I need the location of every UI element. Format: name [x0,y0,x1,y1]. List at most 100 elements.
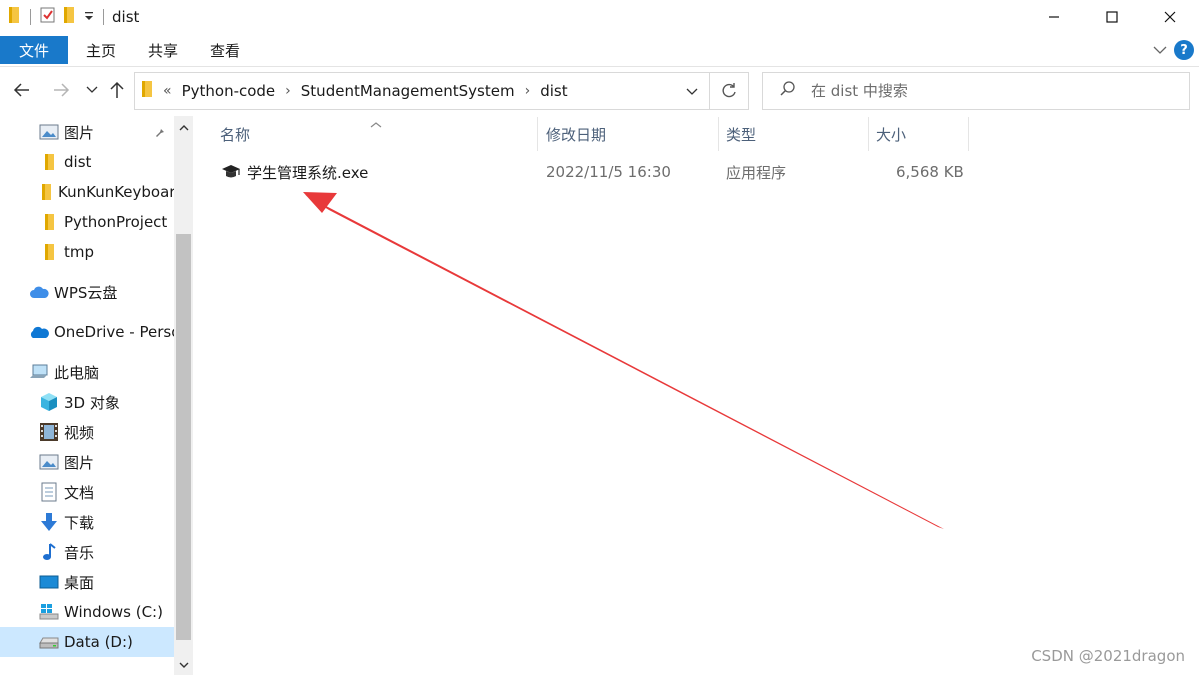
breadcrumb-student-management-system[interactable]: StudentManagementSystem [301,82,515,100]
sidebar-item-pictures[interactable]: 图片 [0,447,175,477]
sidebar-item-onedrive[interactable]: OneDrive - Personal [0,317,175,347]
minimize-button[interactable] [1025,0,1083,34]
sidebar-item-data-d[interactable]: Data (D:) [0,627,175,657]
close-button[interactable] [1141,0,1199,34]
chevron-right-icon[interactable]: › [285,83,291,99]
sidebar-item-3d-objects[interactable]: 3D 对象 [0,387,175,417]
pictures-icon [39,122,59,142]
sidebar-item-label: 音乐 [64,543,95,562]
column-divider[interactable] [868,117,869,151]
scrollbar-thumb[interactable] [176,234,191,640]
folder-icon[interactable] [8,6,22,28]
folder-icon [39,152,59,172]
file-explorer-window: dist 文件 主页 共享 查看 ? « Python-code › Stude… [0,0,1199,675]
sidebar-item-videos[interactable]: 视频 [0,417,175,447]
search-input[interactable] [811,82,1171,100]
address-history-icon[interactable] [685,83,699,101]
sidebar-item-label: 下载 [64,513,95,532]
scroll-down-icon[interactable] [176,656,191,674]
navigation-bar: « Python-code › StudentManagementSystem … [0,70,1199,112]
tab-share[interactable]: 共享 [132,36,194,64]
sidebar-item-label: Data (D:) [64,633,133,651]
sort-ascending-icon [370,115,382,133]
column-header-size[interactable]: 大小 [876,117,906,151]
column-header-modified[interactable]: 修改日期 [546,117,606,151]
breadcrumb-dist[interactable]: dist [540,82,567,100]
sidebar-item-pythonproject[interactable]: PythonProject [0,207,175,237]
sidebar-item-label: dist [64,153,92,171]
search-box[interactable] [762,72,1190,110]
sidebar-item-desktop[interactable]: 桌面 [0,567,175,597]
column-divider[interactable] [968,117,969,151]
up-button[interactable] [106,79,128,101]
file-row[interactable]: 学生管理系统.exe 2022/11/5 16:30 应用程序 6,568 KB [211,157,971,187]
ribbon-right-controls: ? [1152,35,1199,65]
sidebar-item-label: KunKunKeyboard [58,183,175,201]
windows-drive-icon [39,602,59,622]
sidebar-item-label: OneDrive - Personal [54,323,175,341]
sidebar-item-quick-pictures[interactable]: 图片 [0,117,175,147]
refresh-button[interactable] [710,72,749,110]
videos-icon [39,422,59,442]
help-icon[interactable]: ? [1174,40,1194,60]
customize-toolbar-icon[interactable] [83,8,95,26]
window-title: dist [112,8,140,26]
column-divider[interactable] [537,117,538,151]
onedrive-icon [29,322,49,342]
breadcrumb-python-code[interactable]: Python-code [182,82,276,100]
search-icon [779,80,797,102]
new-folder-icon[interactable] [63,6,77,28]
sidebar-item-documents[interactable]: 文档 [0,477,175,507]
expand-ribbon-icon[interactable] [1152,41,1168,59]
toolbar-divider [30,9,31,25]
recent-locations-button[interactable] [81,79,103,101]
quick-access-toolbar [0,0,106,34]
sidebar-item-wps-cloud[interactable]: WPS云盘 [0,277,175,307]
pictures-icon [39,452,59,472]
column-header-type[interactable]: 类型 [726,117,756,151]
ribbon-divider [0,66,1199,67]
file-name[interactable]: 学生管理系统.exe [247,157,368,187]
chevron-right-icon[interactable]: › [525,83,531,99]
sidebar-item-kunkunkeyboard[interactable]: KunKunKeyboard [0,177,175,207]
computer-icon [29,362,49,382]
tab-view[interactable]: 查看 [194,36,256,64]
window-controls [1025,0,1199,34]
sidebar-item-music[interactable]: 音乐 [0,537,175,567]
sidebar-scrollbar[interactable] [174,116,193,675]
sidebar-item-label: 桌面 [64,573,95,592]
maximize-button[interactable] [1083,0,1141,34]
sidebar-item-this-pc[interactable]: 此电脑 [0,357,175,387]
folder-icon [39,242,59,262]
column-header-name[interactable]: 名称 [220,117,250,151]
sidebar-item-dist[interactable]: dist [0,147,175,177]
properties-icon[interactable] [39,6,57,28]
toolbar-divider [103,9,104,25]
folder-icon [141,80,155,102]
file-size: 6,568 KB [896,163,964,181]
sidebar-item-label: 此电脑 [54,363,100,382]
folder-icon [39,212,59,232]
downloads-icon [39,512,59,532]
breadcrumb-overflow[interactable]: « [163,83,172,99]
forward-button[interactable] [50,79,72,101]
back-button[interactable] [11,79,33,101]
ribbon-tabs: 文件 主页 共享 查看 ? [0,35,1199,65]
sidebar-item-label: 图片 [64,453,95,472]
desktop-icon [39,572,59,592]
music-icon [39,542,59,562]
sidebar-item-label: Windows (C:) [64,603,163,621]
sidebar-item-tmp[interactable]: tmp [0,237,175,267]
column-divider[interactable] [718,117,719,151]
graduation-cap-icon [221,157,241,187]
sidebar-item-windows-c[interactable]: Windows (C:) [0,597,175,627]
scroll-up-icon[interactable] [176,118,191,138]
annotation-arrow-shaft [305,195,944,529]
sidebar-item-downloads[interactable]: 下载 [0,507,175,537]
tab-home[interactable]: 主页 [70,36,132,64]
sidebar-item-label: WPS云盘 [54,283,118,302]
address-bar[interactable]: « Python-code › StudentManagementSystem … [134,72,710,110]
pin-icon[interactable] [154,125,168,143]
tab-file[interactable]: 文件 [0,36,68,64]
documents-icon [39,482,59,502]
